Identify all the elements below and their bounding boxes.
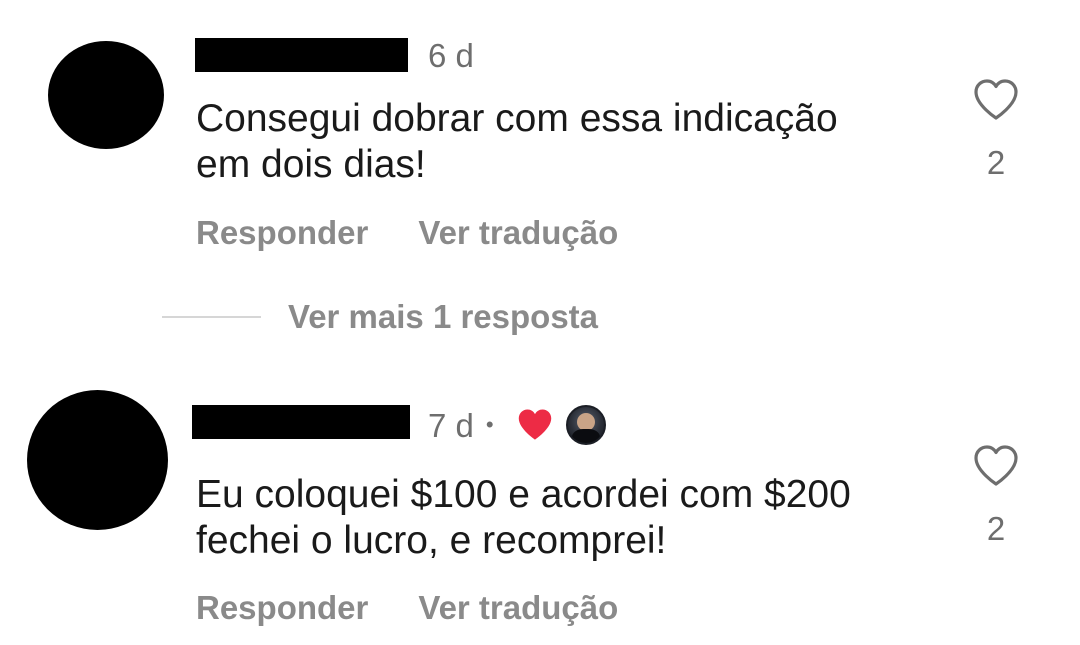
translate-button[interactable]: Ver tradução: [418, 214, 618, 252]
like-section: 2: [971, 78, 1021, 182]
comment-time-label: 6 d: [428, 37, 474, 74]
creator-avatar: [565, 405, 606, 445]
heart-outline-icon[interactable]: [972, 444, 1020, 488]
reply-thread-line: [162, 316, 261, 318]
heart-filled-icon: [518, 409, 551, 440]
reply-button[interactable]: Responder: [196, 589, 368, 627]
comment-meta: 7 d •: [428, 405, 606, 445]
username-redacted[interactable]: [195, 38, 408, 72]
comment-text: Consegui dobrar com essa indicação em do…: [196, 97, 838, 186]
meta-separator: •: [485, 412, 494, 437]
commenter-avatar[interactable]: [27, 390, 168, 530]
view-more-replies[interactable]: Ver mais 1 resposta: [162, 298, 598, 336]
comment-actions: Responder Ver tradução: [196, 589, 618, 627]
view-more-replies-label: Ver mais 1 resposta: [288, 298, 599, 335]
reply-button[interactable]: Responder: [196, 214, 368, 252]
comment-actions: Responder Ver tradução: [196, 214, 618, 252]
comment-text: Eu coloquei $100 e acordei com $200 fech…: [196, 473, 851, 562]
commenter-avatar[interactable]: [48, 41, 164, 149]
comment-time-label: 7 d: [428, 406, 474, 444]
translate-button[interactable]: Ver tradução: [418, 589, 618, 627]
heart-outline-icon[interactable]: [972, 78, 1020, 122]
comment-time: 6 d: [428, 39, 474, 72]
username-redacted[interactable]: [192, 405, 410, 439]
like-section: 2: [971, 444, 1021, 548]
like-count: 2: [986, 510, 1006, 547]
like-count: 2: [986, 144, 1006, 181]
